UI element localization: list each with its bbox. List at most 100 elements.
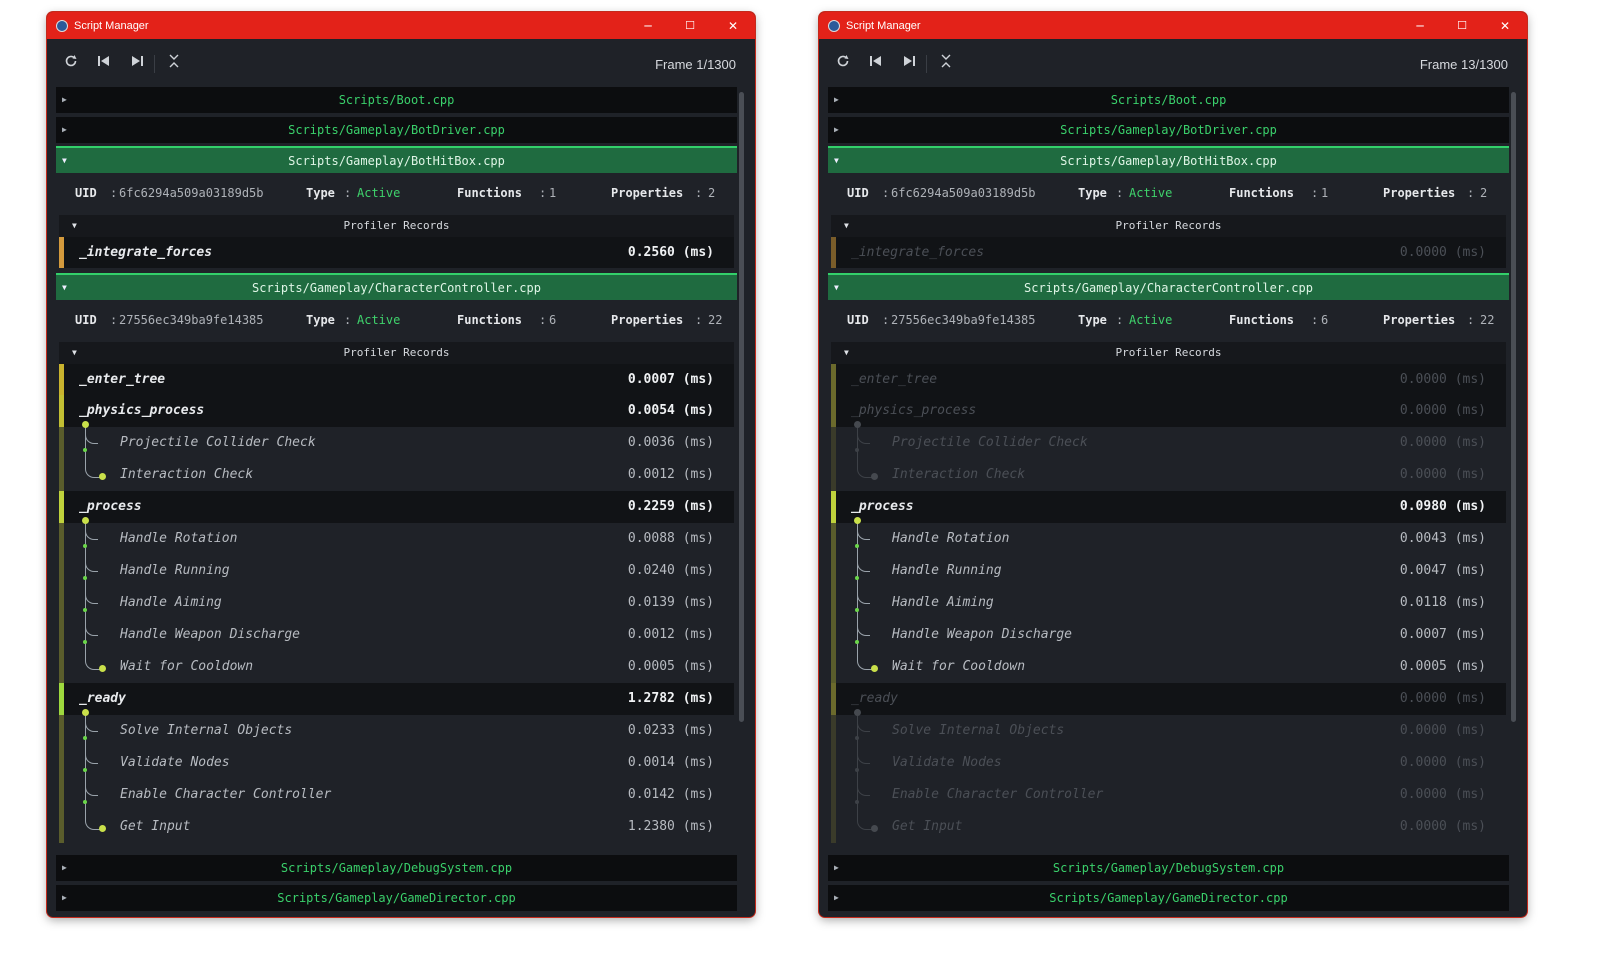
subrecord-time: 0.0036 (ms) — [627, 435, 714, 450]
caret-down-icon: ▼ — [844, 221, 849, 230]
record-color-bar — [59, 237, 64, 268]
profiler-records-header[interactable]: ▼ Profiler Records — [59, 215, 734, 237]
record-time: 0.0000 (ms) — [1399, 403, 1486, 418]
subrecord-time: 0.0012 (ms) — [627, 627, 714, 642]
profiler-subrecord[interactable]: Projectile Collider Check 0.0000 (ms) — [831, 427, 1506, 459]
profiler-record[interactable]: _integrate_forces 0.2560 (ms) — [59, 237, 734, 268]
scrollbar-thumb[interactable] — [1511, 92, 1516, 722]
script-path: Scripts/Gameplay/BotHitBox.cpp — [288, 154, 505, 168]
record-color-bar — [59, 811, 64, 843]
tree-connector — [85, 520, 86, 659]
profiler-subrecord[interactable]: Solve Internal Objects 0.0000 (ms) — [831, 715, 1506, 747]
profiler-subrecord[interactable]: Handle Weapon Discharge 0.0007 (ms) — [831, 619, 1506, 651]
tree-node-dot — [83, 576, 87, 580]
maximize-button[interactable]: ☐ — [1441, 12, 1483, 39]
script-header[interactable]: ▼ Scripts/Gameplay/CharacterController.cp… — [828, 273, 1509, 300]
script-header[interactable]: ▶ Scripts/Boot.cpp — [56, 87, 737, 113]
step-back-button[interactable] — [865, 54, 887, 74]
tree-node-dot — [83, 448, 87, 452]
profiler-records-header[interactable]: ▼ Profiler Records — [59, 342, 734, 364]
script-header[interactable]: ▶ Scripts/Gameplay/BotDriver.cpp — [828, 117, 1509, 143]
profiler-subrecord[interactable]: Interaction Check 0.0000 (ms) — [831, 459, 1506, 491]
minimize-button[interactable]: ─ — [1399, 12, 1441, 39]
profiler-subrecord[interactable]: Interaction Check 0.0012 (ms) — [59, 459, 734, 491]
script-info-row: UID:27556ec349ba9fe14385 Type: Active Funct… — [56, 304, 737, 336]
frame-counter: Frame 1/1300 — [655, 57, 736, 72]
profiler-record[interactable]: _enter_tree 0.0000 (ms) — [831, 364, 1506, 395]
caret-down-icon: ▼ — [62, 283, 67, 292]
script-header[interactable]: ▶ Scripts/Gameplay/BotDriver.cpp — [56, 117, 737, 143]
script-header[interactable]: ▶ Scripts/Gameplay/DebugSystem.cpp — [828, 855, 1509, 881]
profiler-record[interactable]: _physics_process 0.0000 (ms) — [831, 395, 1506, 427]
profiler-subrecord[interactable]: Handle Weapon Discharge 0.0012 (ms) — [59, 619, 734, 651]
profiler-subrecord[interactable]: Handle Running 0.0240 (ms) — [59, 555, 734, 587]
scrollbar[interactable] — [739, 92, 745, 904]
refresh-button[interactable] — [832, 54, 854, 74]
profiler-record[interactable]: _enter_tree 0.0007 (ms) — [59, 364, 734, 395]
record-color-bar — [59, 715, 64, 747]
step-forward-button[interactable] — [898, 54, 920, 74]
profiler-subrecord[interactable]: Validate Nodes 0.0000 (ms) — [831, 747, 1506, 779]
profiler-records-header[interactable]: ▼ Profiler Records — [831, 215, 1506, 237]
profiler-subrecord[interactable]: Wait for Cooldown 0.0005 (ms) — [59, 651, 734, 683]
tree-node-dot — [855, 768, 859, 772]
profiler-subrecord[interactable]: Wait for Cooldown 0.0005 (ms) — [831, 651, 1506, 683]
profiler-subrecord[interactable]: Projectile Collider Check 0.0036 (ms) — [59, 427, 734, 459]
script-header[interactable]: ▶ Scripts/Gameplay/DebugSystem.cpp — [56, 855, 737, 881]
tree-connector — [857, 520, 858, 659]
record-color-bar — [831, 523, 836, 555]
profiler-records-header[interactable]: ▼ Profiler Records — [831, 342, 1506, 364]
script-list: ▶ Scripts/Boot.cpp ▶ Scripts/Gameplay/BotDr… — [56, 87, 737, 911]
step-back-button[interactable] — [93, 54, 115, 74]
profiler-subrecord[interactable]: Validate Nodes 0.0014 (ms) — [59, 747, 734, 779]
app-icon — [56, 19, 68, 32]
minimize-button[interactable]: ─ — [627, 12, 669, 39]
script-path: Scripts/Boot.cpp — [1110, 93, 1227, 107]
script-header[interactable]: ▼ Scripts/Gameplay/BotHitBox.cpp — [828, 146, 1509, 173]
profiler-record[interactable]: _process 0.2259 (ms) — [59, 491, 734, 523]
profiler-subrecord[interactable]: Enable Character Controller 0.0000 (ms) — [831, 779, 1506, 811]
profiler-subrecord[interactable]: Enable Character Controller 0.0142 (ms) — [59, 779, 734, 811]
profiler-record[interactable]: _ready 0.0000 (ms) — [831, 683, 1506, 715]
script-header[interactable]: ▶ Scripts/Boot.cpp — [828, 87, 1509, 113]
step-forward-icon — [902, 56, 916, 71]
collapse-all-button[interactable] — [163, 54, 185, 74]
record-name: _integrate_forces — [851, 245, 985, 260]
close-button[interactable]: ✕ — [712, 12, 754, 39]
subrecord-name: Interaction Check — [892, 467, 1026, 482]
window-title: Script Manager — [846, 19, 921, 32]
script-header[interactable]: ▶ Scripts/Gameplay/GameDirector.cpp — [56, 885, 737, 911]
maximize-button[interactable]: ☐ — [669, 12, 711, 39]
refresh-button[interactable] — [60, 54, 82, 74]
uid-value: 6fc6294a509a03189d5b — [891, 186, 1036, 200]
record-color-bar — [831, 683, 836, 715]
close-button[interactable]: ✕ — [1484, 12, 1526, 39]
step-forward-button[interactable] — [126, 54, 148, 74]
profiler-record[interactable]: _integrate_forces 0.0000 (ms) — [831, 237, 1506, 268]
type-sep: : — [344, 186, 352, 200]
script-info-row: UID:27556ec349ba9fe14385 Type: Active Funct… — [828, 304, 1509, 336]
title-bar[interactable]: Script Manager ─ ☐ ✕ — [819, 12, 1527, 39]
script-header[interactable]: ▶ Scripts/Gameplay/GameDirector.cpp — [828, 885, 1509, 911]
profiler-subrecord[interactable]: Handle Rotation 0.0043 (ms) — [831, 523, 1506, 555]
scrollbar-thumb[interactable] — [739, 92, 744, 722]
profiler-subrecord[interactable]: Handle Rotation 0.0088 (ms) — [59, 523, 734, 555]
scrollbar[interactable] — [1511, 92, 1517, 904]
title-bar[interactable]: Script Manager ─ ☐ ✕ — [47, 12, 755, 39]
profiler-subrecord[interactable]: Get Input 1.2380 (ms) — [59, 811, 734, 843]
collapse-all-button[interactable] — [935, 54, 957, 74]
profiler-record[interactable]: _physics_process 0.0054 (ms) — [59, 395, 734, 427]
minimize-icon: ─ — [1416, 18, 1424, 33]
profiler-subrecord[interactable]: Handle Aiming 0.0118 (ms) — [831, 587, 1506, 619]
profiler-record[interactable]: _process 0.0980 (ms) — [831, 491, 1506, 523]
subrecord-name: Handle Weapon Discharge — [892, 627, 1073, 642]
tree-node-dot — [99, 825, 106, 832]
record-time: 1.2782 (ms) — [627, 691, 714, 706]
profiler-subrecord[interactable]: Handle Running 0.0047 (ms) — [831, 555, 1506, 587]
profiler-subrecord[interactable]: Get Input 0.0000 (ms) — [831, 811, 1506, 843]
script-header[interactable]: ▼ Scripts/Gameplay/BotHitBox.cpp — [56, 146, 737, 173]
script-header[interactable]: ▼ Scripts/Gameplay/CharacterController.cp… — [56, 273, 737, 300]
profiler-subrecord[interactable]: Handle Aiming 0.0139 (ms) — [59, 587, 734, 619]
profiler-subrecord[interactable]: Solve Internal Objects 0.0233 (ms) — [59, 715, 734, 747]
profiler-record[interactable]: _ready 1.2782 (ms) — [59, 683, 734, 715]
